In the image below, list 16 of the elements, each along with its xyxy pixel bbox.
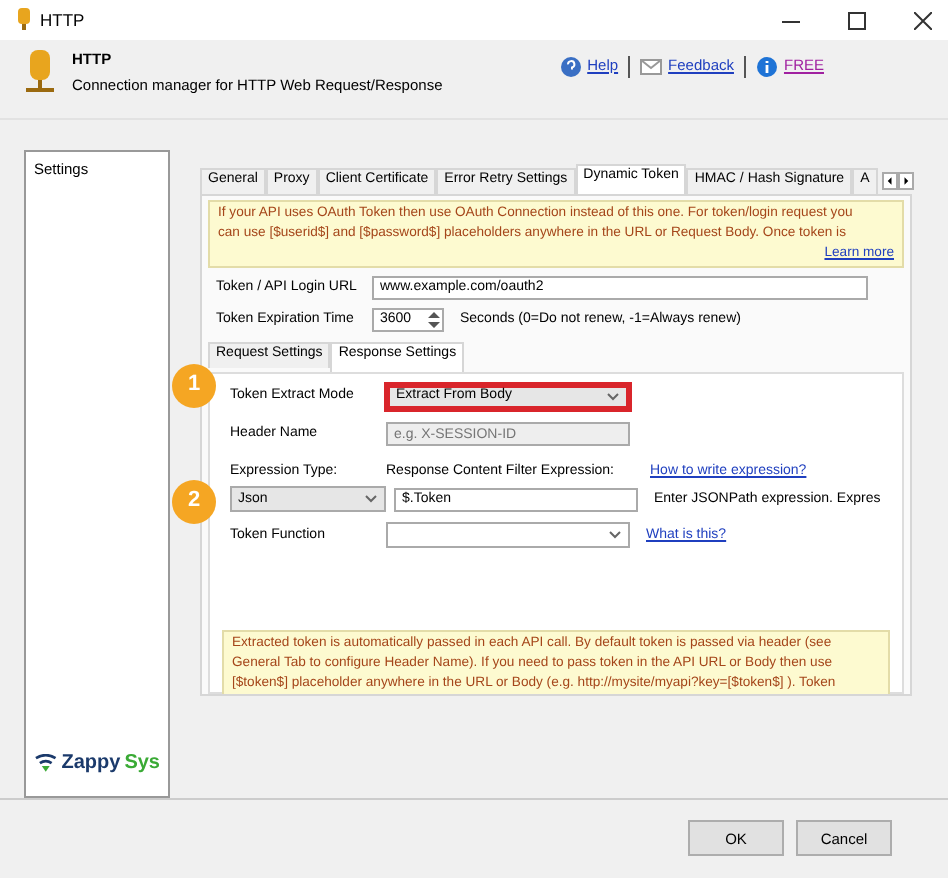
envelope-icon (640, 56, 663, 78)
scroll-left-icon[interactable] (881, 172, 898, 190)
maximize-icon[interactable] (848, 11, 866, 29)
caret-icon (364, 494, 378, 505)
window-title: HTTP (40, 9, 85, 31)
callout-badge: 2 (172, 480, 216, 524)
help-icon (559, 56, 582, 78)
caret-icon (606, 392, 620, 402)
caret-icon (608, 530, 622, 541)
close-icon[interactable] (914, 11, 932, 29)
info-icon (755, 56, 778, 78)
app-icon (16, 8, 32, 32)
spinner-arrows-icon[interactable] (426, 310, 442, 330)
database-icon (24, 50, 56, 94)
logo: Zappy Sys (34, 752, 160, 776)
callout-badge: 1 (172, 364, 216, 408)
